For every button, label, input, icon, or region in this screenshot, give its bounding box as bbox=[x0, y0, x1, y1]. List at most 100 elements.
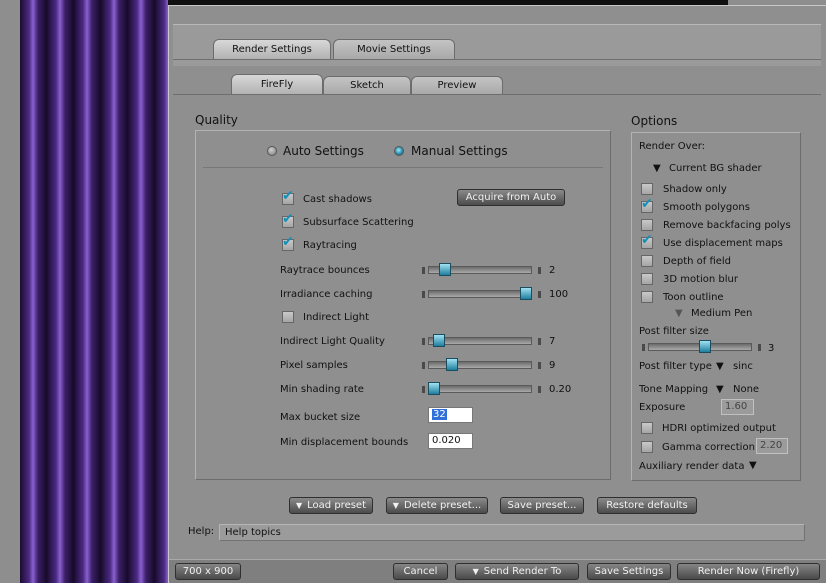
post-filter-size-slider[interactable] bbox=[642, 340, 762, 354]
slider-track bbox=[428, 385, 532, 393]
check-icon: ✔ bbox=[641, 196, 653, 212]
tone-mapping-value[interactable]: None bbox=[733, 384, 759, 395]
raytrace-bounces-slider[interactable] bbox=[422, 263, 542, 277]
depth-of-field-label: Depth of field bbox=[663, 256, 732, 267]
post-filter-type-label: Post filter type bbox=[639, 361, 712, 372]
tab-movie-settings[interactable]: Movie Settings bbox=[333, 39, 455, 59]
min-shading-rate-slider[interactable] bbox=[422, 382, 542, 396]
slider-end bbox=[422, 362, 425, 369]
subsurface-scattering-checkbox[interactable]: ✔ bbox=[282, 212, 294, 228]
max-bucket-size-input[interactable]: 32 bbox=[428, 407, 473, 423]
tab-render-settings[interactable]: Render Settings bbox=[213, 39, 331, 59]
slider-end bbox=[422, 291, 425, 298]
slider-thumb[interactable] bbox=[446, 358, 459, 371]
quality-mode-divider bbox=[203, 167, 603, 168]
toon-pen-dropdown-icon[interactable]: ▼ bbox=[675, 308, 683, 319]
slider-end bbox=[538, 291, 541, 298]
irradiance-caching-value: 100 bbox=[549, 289, 569, 300]
remove-backfacing-checkbox[interactable] bbox=[641, 219, 653, 231]
auto-settings-radio[interactable] bbox=[267, 146, 277, 156]
send-render-to-label: Send Render To bbox=[483, 566, 562, 577]
save-preset-button[interactable]: Save preset... bbox=[500, 497, 584, 514]
indirect-light-label: Indirect Light bbox=[303, 312, 370, 323]
render-size-button[interactable]: 700 x 900 bbox=[175, 563, 241, 580]
render-over-value[interactable]: Current BG shader bbox=[669, 163, 762, 174]
manual-settings-label: Manual Settings bbox=[411, 144, 508, 158]
render-over-dropdown-icon[interactable]: ▼ bbox=[653, 163, 661, 174]
tab-firefly[interactable]: FireFly bbox=[231, 74, 323, 94]
pixel-samples-slider[interactable] bbox=[422, 358, 542, 372]
tab-sketch[interactable]: Sketch bbox=[323, 76, 411, 94]
post-filter-size-value: 3 bbox=[768, 343, 775, 354]
shadow-only-label: Shadow only bbox=[663, 184, 727, 195]
tone-mapping-dropdown-icon[interactable]: ▼ bbox=[716, 384, 724, 395]
min-shading-rate-value: 0.20 bbox=[549, 384, 572, 395]
slider-track bbox=[428, 290, 532, 298]
tab-preview[interactable]: Preview bbox=[411, 76, 503, 94]
save-settings-button[interactable]: Save Settings bbox=[587, 563, 671, 580]
slider-end bbox=[538, 267, 541, 274]
cancel-button[interactable]: Cancel bbox=[393, 563, 448, 580]
indirect-light-checkbox[interactable] bbox=[282, 311, 294, 323]
footer-bar: 700 x 900 Cancel ▼ Send Render To Save Se… bbox=[169, 559, 826, 583]
options-title: Options bbox=[631, 114, 678, 128]
shadow-only-checkbox[interactable] bbox=[641, 183, 653, 195]
motion-blur-checkbox[interactable] bbox=[641, 273, 653, 285]
use-displacement-checkbox[interactable]: ✔ bbox=[641, 233, 653, 249]
slider-end bbox=[538, 386, 541, 393]
aux-render-data-dropdown-icon[interactable]: ▼ bbox=[749, 460, 757, 471]
check-icon: ✔ bbox=[282, 211, 294, 227]
indirect-light-quality-slider[interactable] bbox=[422, 334, 542, 348]
cast-shadows-label: Cast shadows bbox=[303, 194, 372, 205]
cast-shadows-checkbox[interactable]: ✔ bbox=[282, 189, 294, 205]
pixel-samples-value: 9 bbox=[549, 360, 556, 371]
quality-title: Quality bbox=[195, 113, 238, 127]
post-filter-type-dropdown-icon[interactable]: ▼ bbox=[716, 361, 724, 372]
toon-pen-value[interactable]: Medium Pen bbox=[691, 308, 752, 319]
auto-settings-label: Auto Settings bbox=[283, 144, 364, 158]
render-settings-dialog: Render Settings Movie Settings FireFly S… bbox=[168, 5, 826, 583]
dropdown-triangle-icon: ▼ bbox=[472, 567, 479, 576]
tab-preview-label: Preview bbox=[437, 80, 477, 91]
help-topics-field[interactable]: Help topics bbox=[219, 524, 805, 541]
tab-divider bbox=[173, 59, 821, 60]
delete-preset-button[interactable]: ▼ Delete preset... bbox=[386, 497, 488, 514]
tab-render-settings-label: Render Settings bbox=[232, 44, 312, 55]
hdri-checkbox[interactable] bbox=[641, 422, 653, 434]
raytracing-label: Raytracing bbox=[303, 240, 357, 251]
indirect-light-quality-label: Indirect Light Quality bbox=[280, 336, 385, 347]
use-displacement-label: Use displacement maps bbox=[663, 238, 783, 249]
min-shading-rate-label: Min shading rate bbox=[280, 384, 364, 395]
gamma-correction-checkbox[interactable] bbox=[641, 441, 653, 453]
aux-render-data-label: Auxiliary render data bbox=[639, 461, 745, 472]
slider-track bbox=[428, 361, 532, 369]
slider-thumb[interactable] bbox=[520, 287, 532, 300]
acquire-from-auto-button[interactable]: Acquire from Auto bbox=[457, 189, 565, 206]
post-filter-type-value[interactable]: sinc bbox=[733, 361, 753, 372]
slider-thumb[interactable] bbox=[439, 263, 452, 276]
pixel-samples-label: Pixel samples bbox=[280, 360, 348, 371]
manual-settings-radio[interactable] bbox=[394, 146, 404, 156]
exposure-input[interactable]: 1.60 bbox=[721, 399, 754, 415]
depth-of-field-checkbox[interactable] bbox=[641, 255, 653, 267]
slider-thumb[interactable] bbox=[698, 340, 711, 353]
toon-outline-checkbox[interactable] bbox=[641, 291, 653, 303]
dropdown-triangle-icon: ▼ bbox=[392, 501, 399, 510]
min-displacement-bounds-input[interactable]: 0.020 bbox=[428, 433, 473, 449]
irradiance-caching-label: Irradiance caching bbox=[280, 289, 373, 300]
slider-thumb[interactable] bbox=[428, 382, 440, 395]
slider-thumb[interactable] bbox=[432, 334, 445, 347]
delete-preset-label: Delete preset... bbox=[403, 500, 482, 511]
slider-end bbox=[422, 338, 425, 345]
irradiance-caching-slider[interactable] bbox=[422, 287, 542, 301]
smooth-polygons-checkbox[interactable]: ✔ bbox=[641, 197, 653, 213]
raytracing-checkbox[interactable]: ✔ bbox=[282, 235, 294, 251]
send-render-to-button[interactable]: ▼ Send Render To bbox=[455, 563, 579, 580]
render-now-button[interactable]: Render Now (Firefly) bbox=[677, 563, 820, 580]
gamma-input[interactable]: 2.20 bbox=[756, 438, 788, 454]
load-preset-button[interactable]: ▼ Load preset bbox=[289, 497, 373, 514]
check-icon: ✔ bbox=[282, 188, 294, 204]
restore-defaults-button[interactable]: Restore defaults bbox=[597, 497, 697, 514]
min-displacement-bounds-label: Min displacement bounds bbox=[280, 437, 409, 448]
help-label: Help: bbox=[188, 526, 215, 537]
